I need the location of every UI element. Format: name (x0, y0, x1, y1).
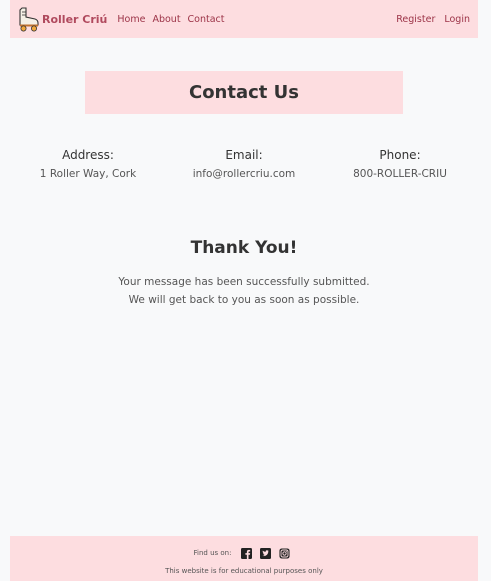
nav-left: Roller Criú Home About Contact (16, 6, 232, 32)
contact-info: Address: 1 Roller Way, Cork Email: info@… (10, 147, 478, 187)
phone-block: Phone: 800-ROLLER-CRIU (322, 147, 478, 181)
nav-register[interactable]: Register (396, 14, 435, 25)
address-block: Address: 1 Roller Way, Cork (10, 147, 166, 181)
brand-link[interactable]: Roller Criú (16, 6, 107, 32)
thank-you-message: Thank You! Your message has been success… (10, 237, 478, 309)
email-value: info@rollercriu.com (192, 168, 296, 180)
brand-name: Roller Criú (42, 12, 108, 26)
nav-contact[interactable]: Contact (188, 14, 225, 25)
roller-skate-icon (19, 7, 39, 32)
thank-you-title: Thank You! (190, 238, 298, 258)
page-title: Contact Us (188, 82, 299, 103)
nav-home[interactable]: Home (117, 14, 145, 25)
confirmation-line-2: We will get back to you as soon as possi… (128, 294, 360, 306)
phone-label: Phone: (379, 148, 421, 162)
nav-right: Register Login (387, 14, 470, 25)
instagram-icon[interactable] (279, 547, 291, 559)
disclaimer-text: This website is for educational purposes… (165, 567, 323, 575)
social-row: Find us on: (10, 546, 478, 560)
address-label: Address: (62, 148, 114, 162)
email-block: Email: info@rollercriu.com (166, 147, 322, 181)
footer: Find us on: This website is for educatio… (10, 536, 478, 581)
twitter-icon[interactable] (260, 547, 272, 559)
email-label: Email: (225, 148, 263, 162)
confirmation-line-1: Your message has been successfully submi… (118, 276, 370, 288)
facebook-icon[interactable] (241, 547, 253, 559)
address-value: 1 Roller Way, Cork (39, 168, 137, 180)
nav-login[interactable]: Login (444, 14, 470, 25)
navbar: Roller Criú Home About Contact Register … (10, 0, 478, 38)
nav-about[interactable]: About (152, 14, 180, 25)
find-us-label: Find us on: (193, 549, 232, 557)
phone-value: 800-ROLLER-CRIU (353, 168, 447, 180)
contact-banner: Contact Us (85, 71, 403, 114)
